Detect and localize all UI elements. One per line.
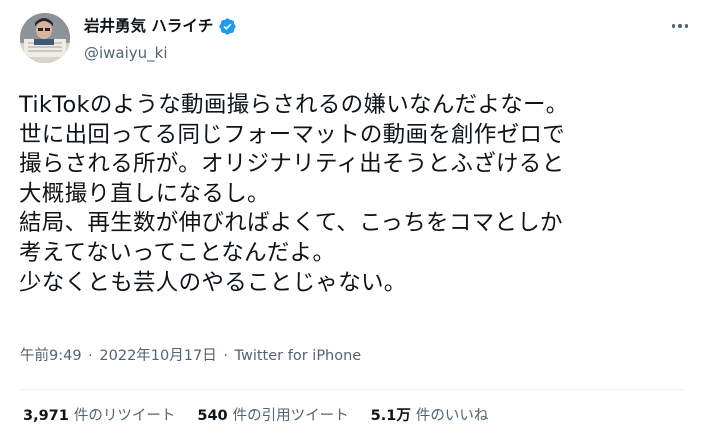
verified-badge-icon: [218, 17, 237, 36]
tweet-meta: 午前9:49 · 2022年10月17日 · Twitter for iPhon…: [20, 346, 361, 366]
more-dot: [678, 24, 682, 28]
likes-label: 件のいいね: [415, 408, 489, 424]
tweet-text: TikTokのような動画撮らされるの嫌いなんだよなー。 世に出回ってる同じフォー…: [19, 91, 699, 298]
tweet-line: 大概撮り直しになるし。: [19, 180, 270, 207]
divider: [19, 389, 685, 390]
quotes-count: 540: [197, 408, 228, 424]
tweet-time[interactable]: 午前9:49: [20, 348, 82, 364]
tweet-line: 考えてないってことなんだよ。: [19, 239, 336, 266]
more-options-icon[interactable]: [669, 16, 691, 36]
quotes-stat[interactable]: 540 件の引用ツイート: [197, 406, 348, 426]
retweets-count: 3,971: [23, 408, 69, 424]
user-name-row[interactable]: 岩井勇気 ハライチ: [84, 16, 237, 36]
retweets-label: 件のリツイート: [73, 408, 176, 424]
likes-stat[interactable]: 5.1万 件のいいね: [371, 406, 489, 426]
tweet-line: 結局、再生数が伸びればよくて、こっちをコマとしか: [19, 210, 563, 237]
tweet-stats: 3,971 件のリツイート 540 件の引用ツイート 5.1万 件のいいね: [23, 406, 488, 426]
likes-count: 5.1万: [370, 408, 411, 424]
more-dot: [671, 24, 676, 28]
quotes-label: 件の引用ツイート: [232, 408, 349, 424]
display-name[interactable]: 岩井勇気 ハライチ: [84, 16, 213, 36]
tweet-line: TikTokのような動画撮らされるの嫌いなんだよなー。: [19, 92, 569, 118]
retweets-stat[interactable]: 3,971 件のリツイート: [23, 406, 175, 426]
meta-separator: ·: [223, 348, 228, 364]
avatar-image: [20, 13, 70, 63]
tweet-line: 少なくとも芸人のやることじゃない。: [19, 269, 407, 296]
user-handle[interactable]: @iwaiyu_ki: [84, 43, 168, 63]
tweet-date[interactable]: 2022年10月17日: [99, 348, 216, 364]
tweet-source[interactable]: Twitter for iPhone: [235, 348, 362, 364]
tweet-line: 世に出回ってる同じフォーマットの動画を創作ゼロで: [19, 121, 566, 148]
more-dot: [684, 24, 689, 28]
meta-separator: ·: [88, 348, 93, 364]
avatar[interactable]: [20, 13, 70, 63]
tweet-line: 撮らされる所が。オリジナリティ出そうとふざけると: [19, 151, 565, 178]
